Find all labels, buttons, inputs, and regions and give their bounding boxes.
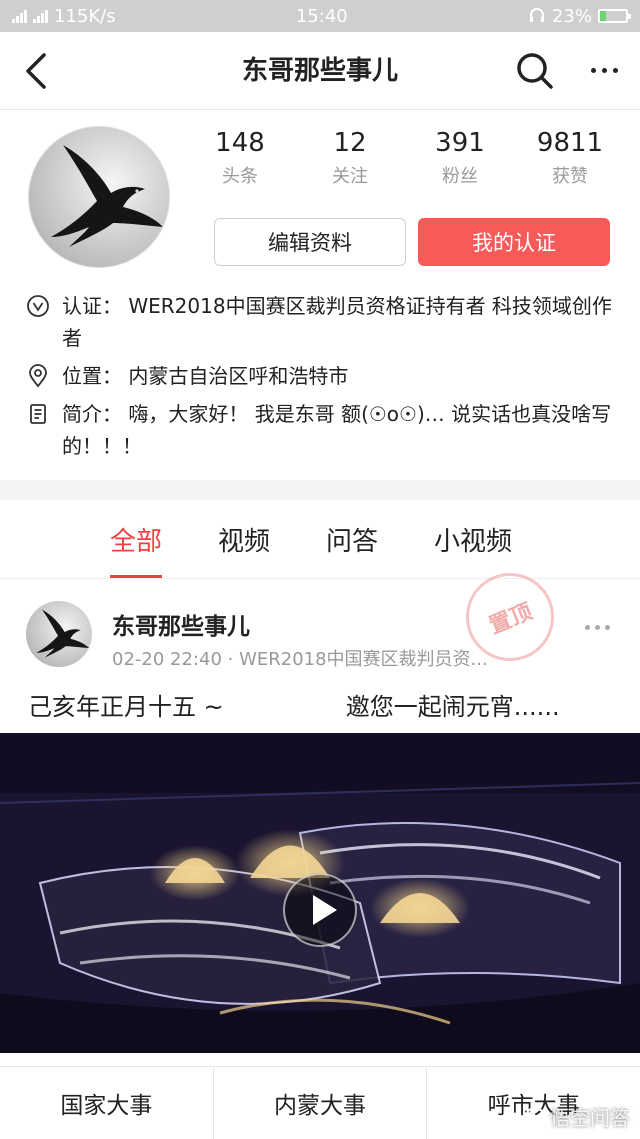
bird-icon [36, 609, 90, 658]
profile-info: 认证： WER2018中国赛区裁判员资格证持有者 科技领域创作者 位置： 内蒙古… [0, 290, 640, 462]
avatar[interactable] [28, 126, 170, 268]
network-speed: 115K/s [54, 5, 116, 27]
post-card[interactable]: 东哥那些事儿 02-20 22:40 · WER2018中国赛区裁判员资... … [0, 559, 640, 729]
verification-text: 认证： WER2018中国赛区裁判员资格证持有者 科技领域创作者 [62, 294, 612, 350]
content-tabs: 全部 视频 问答 小视频 [0, 500, 640, 579]
clock: 15:40 [295, 5, 348, 27]
wukong-logo-icon [525, 1106, 545, 1127]
info-bio: 简介： 嗨，大家好！ 我是东哥 额(☉o☉)… 说实话也真没啥写的！！！ [26, 398, 616, 462]
info-verification: 认证： WER2018中国赛区裁判员资格证持有者 科技领域创作者 [26, 290, 616, 354]
tab-video[interactable]: 视频 [218, 500, 270, 578]
section-divider [0, 480, 640, 500]
location-icon [29, 364, 47, 388]
stat-following[interactable]: 12 关注 [300, 128, 400, 188]
tab-short-video[interactable]: 小视频 [434, 500, 512, 578]
battery-percent: 23% [551, 5, 592, 27]
signal-icon-2 [33, 9, 48, 23]
watermark: 悟空问答 [524, 1102, 630, 1131]
document-icon [30, 404, 46, 424]
stat-likes[interactable]: 9811 获赞 [520, 128, 620, 188]
play-button[interactable] [283, 873, 357, 947]
post-text[interactable]: 己亥年正月十五 ~ 邀您一起闹元宵...... [0, 679, 640, 729]
bio-text: 简介： 嗨，大家好！ 我是东哥 额(☉o☉)… 说实话也真没啥写的！！！ [62, 402, 612, 458]
profile-actions: 编辑资料 我的认证 [214, 218, 610, 266]
back-icon[interactable] [22, 51, 52, 91]
more-icon[interactable] [591, 68, 618, 73]
status-bar: 115K/s 15:40 23% [0, 0, 640, 32]
tab-all[interactable]: 全部 [110, 500, 163, 578]
location-text: 位置： 内蒙古自治区呼和浩特市 [62, 364, 349, 388]
nav-bar [0, 32, 640, 110]
battery-icon [598, 9, 631, 23]
bird-icon [51, 145, 163, 247]
search-icon[interactable] [515, 51, 555, 91]
menu-inner-mongolia-news[interactable]: 内蒙大事 [214, 1067, 428, 1139]
signal-icon [12, 9, 27, 23]
tab-qa[interactable]: 问答 [326, 500, 378, 578]
post-avatar[interactable] [26, 601, 92, 667]
menu-national-news[interactable]: 国家大事 [0, 1067, 214, 1139]
post-author[interactable]: 东哥那些事儿 [112, 607, 250, 641]
verified-icon [27, 295, 49, 317]
watermark-text: 悟空问答 [550, 1106, 630, 1130]
edit-profile-button[interactable]: 编辑资料 [214, 218, 406, 266]
headset-icon [529, 8, 544, 22]
post-meta: 02-20 22:40 · WER2018中国赛区裁判员资... [112, 649, 488, 670]
my-verification-button[interactable]: 我的认证 [418, 218, 610, 266]
stat-articles[interactable]: 148 头条 [190, 128, 290, 188]
post-more-icon[interactable] [585, 625, 610, 630]
stat-followers[interactable]: 391 粉丝 [410, 128, 510, 188]
info-location: 位置： 内蒙古自治区呼和浩特市 [26, 360, 616, 392]
